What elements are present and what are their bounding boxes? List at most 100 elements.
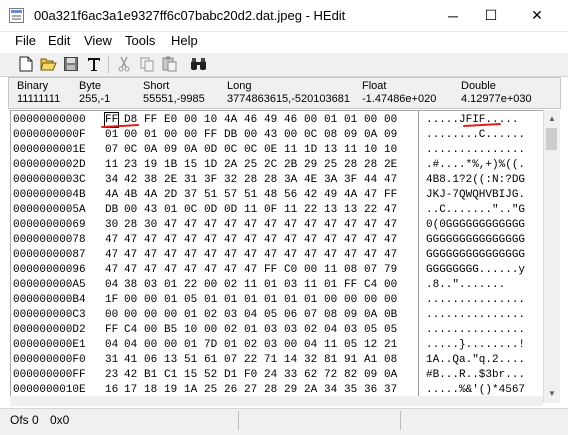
hex-byte[interactable]: 47 [264,248,277,262]
hex-byte[interactable]: 37 [384,383,397,397]
hex-byte[interactable]: 03 [264,323,277,337]
hex-byte[interactable]: 09 [364,368,377,382]
hex-byte[interactable]: 0F [264,203,277,217]
hex-byte[interactable]: 01 [244,323,257,337]
ascii-text[interactable]: .....%&'()*4567 [426,383,525,397]
hex-byte[interactable]: 01 [264,293,277,307]
hex-byte[interactable]: 0C [224,143,237,157]
hex-byte[interactable]: 04 [105,338,118,352]
hex-byte[interactable]: 31 [105,353,118,367]
hex-byte[interactable]: 10 [204,113,217,127]
hex-byte[interactable]: 47 [324,233,337,247]
hex-byte[interactable]: 42 [124,173,137,187]
hex-byte[interactable]: 36 [364,383,377,397]
hex-byte[interactable]: 00 [105,308,118,322]
hex-byte[interactable]: 00 [184,128,197,142]
hex-byte[interactable]: 0C [304,128,317,142]
hex-byte[interactable]: 07 [364,263,377,277]
hex-byte[interactable]: 43 [264,128,277,142]
hex-byte[interactable]: 72 [324,368,337,382]
hex-byte[interactable]: 05 [364,323,377,337]
cut-button[interactable] [115,55,133,73]
hex-byte[interactable]: 79 [384,263,397,277]
menu-help[interactable]: Help [169,33,200,48]
hex-byte[interactable]: 00 [384,293,397,307]
hex-byte[interactable]: F0 [244,368,257,382]
hex-byte[interactable]: 00 [164,128,177,142]
hex-byte[interactable]: 47 [184,233,197,247]
hex-byte[interactable]: 46 [244,113,257,127]
hex-byte[interactable]: 15 [184,368,197,382]
hex-byte[interactable]: 2A [224,158,237,172]
hex-byte[interactable]: 01 [164,278,177,292]
menu-edit[interactable]: Edit [46,33,72,48]
hex-byte[interactable]: B5 [164,323,177,337]
hex-byte[interactable]: 28 [244,173,257,187]
hex-byte[interactable]: DB [224,128,237,142]
hex-byte[interactable]: 37 [184,188,197,202]
hex-byte[interactable]: 05 [384,323,397,337]
maximize-button[interactable]: ☐ [468,0,514,31]
hex-byte[interactable]: 47 [264,233,277,247]
new-file-button[interactable] [17,55,35,73]
hex-byte[interactable]: 47 [144,248,157,262]
ascii-text[interactable]: 4B8.1?2((:N:?DG [426,173,525,187]
hex-byte[interactable]: 00 [364,293,377,307]
hex-byte[interactable]: 30 [105,218,118,232]
hex-byte[interactable]: 47 [124,263,137,277]
hex-byte[interactable]: 35 [344,383,357,397]
hex-byte[interactable]: 0D [204,143,217,157]
hex-byte[interactable]: 49 [264,113,277,127]
hex-byte[interactable]: 00 [304,113,317,127]
hex-byte[interactable]: 17 [124,383,137,397]
hex-byte[interactable]: 29 [284,383,297,397]
hex-byte[interactable]: 00 [284,338,297,352]
hex-byte[interactable]: 0A [184,143,197,157]
hex-byte[interactable]: 00 [164,308,177,322]
hex-byte[interactable]: 47 [224,218,237,232]
hex-byte[interactable]: 47 [124,233,137,247]
hex-byte[interactable]: 47 [164,263,177,277]
hex-byte[interactable]: 00 [304,263,317,277]
hex-byte[interactable]: 03 [344,323,357,337]
hex-byte[interactable]: 47 [364,218,377,232]
hex-byte[interactable]: 2A [304,383,317,397]
hex-byte[interactable]: 11 [244,278,257,292]
hex-byte[interactable]: 47 [324,248,337,262]
hex-byte[interactable]: 61 [204,353,217,367]
hex-byte[interactable]: 25 [244,158,257,172]
hex-byte[interactable]: FF [384,188,397,202]
hex-byte[interactable]: 10 [364,143,377,157]
hex-byte[interactable]: 11 [304,278,317,292]
hex-byte[interactable]: 28 [264,383,277,397]
hex-byte[interactable]: 0D [204,203,217,217]
hex-byte[interactable]: 56 [284,188,297,202]
hex-byte[interactable]: 47 [164,248,177,262]
hex-byte[interactable]: 62 [304,368,317,382]
hex-byte[interactable]: 47 [184,263,197,277]
hex-byte[interactable]: 0A [144,143,157,157]
hex-byte[interactable]: 13 [324,203,337,217]
close-button[interactable]: ✕ [514,0,560,31]
hex-byte[interactable]: 47 [244,233,257,247]
hex-byte[interactable]: 01 [344,113,357,127]
hex-byte[interactable]: 47 [284,233,297,247]
hex-byte[interactable]: 01 [324,278,337,292]
hex-byte[interactable]: 4E [304,173,317,187]
hex-byte[interactable]: 22 [364,203,377,217]
hex-byte[interactable]: 47 [204,218,217,232]
hex-byte[interactable]: 00 [144,308,157,322]
hex-byte[interactable]: 0C [124,143,137,157]
hex-byte[interactable]: 02 [244,338,257,352]
hex-byte[interactable]: 01 [164,293,177,307]
hex-byte[interactable]: 11 [324,338,337,352]
hex-byte[interactable]: 47 [124,248,137,262]
hex-byte[interactable]: 00 [124,293,137,307]
hex-byte[interactable]: 47 [184,218,197,232]
hex-byte[interactable]: 3F [344,173,357,187]
scroll-down-icon[interactable]: ▼ [548,389,556,398]
ascii-text[interactable]: 0(0GGGGGGGGGGGG [426,218,525,232]
hex-byte[interactable]: 42 [124,368,137,382]
hex-byte[interactable]: 00 [124,128,137,142]
hex-byte[interactable]: 49 [324,188,337,202]
